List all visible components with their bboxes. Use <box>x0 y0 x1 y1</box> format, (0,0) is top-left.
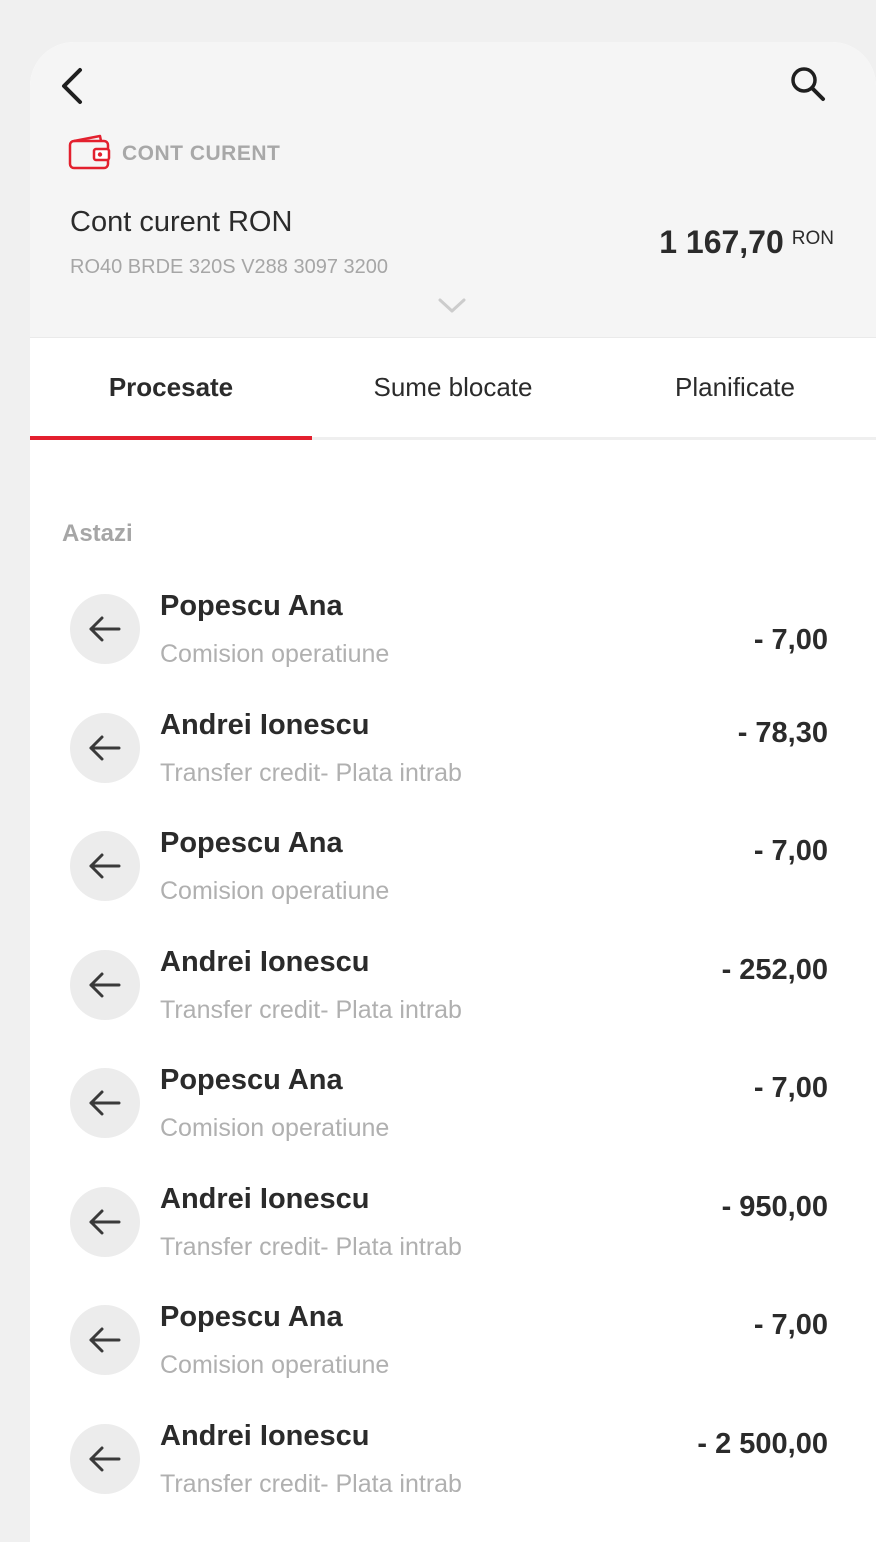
transaction-description: Transfer credit- Plata intrab <box>160 1469 462 1498</box>
account-type-label: CONT CURENT <box>122 142 281 165</box>
arrow-left-icon <box>70 1186 140 1257</box>
tab-sume-blocate[interactable]: Sume blocate <box>312 338 594 437</box>
account-iban: RO40 BRDE 320S V288 3097 3200 <box>70 256 388 278</box>
tab-procesate[interactable]: Procesate <box>30 338 312 440</box>
arrow-left-icon <box>70 949 140 1020</box>
account-name: Cont curent RON <box>70 206 293 238</box>
transaction-description: Comision operatiune <box>160 640 390 668</box>
transaction-row[interactable]: Andrei Ionescu Transfer credit- Plata in… <box>30 1179 876 1298</box>
transaction-row[interactable]: Popescu Ana Comision operatiune - 7,00 <box>30 586 876 705</box>
transaction-amount: - 2 500,00 <box>697 1427 828 1460</box>
transaction-row[interactable]: Popescu Ana Comision operatiune - 7,00 <box>30 823 876 942</box>
wallet-icon <box>68 134 112 175</box>
transaction-description: Comision operatiune <box>160 877 390 905</box>
transaction-row[interactable]: Popescu Ana Comision operatiune - 7,00 <box>30 1060 876 1179</box>
transaction-name: Andrei Ionescu <box>160 945 370 978</box>
transaction-name: Popescu Ana <box>160 590 343 622</box>
arrow-left-icon <box>70 1305 140 1375</box>
transaction-name: Andrei Ionescu <box>160 1182 370 1215</box>
arrow-left-icon <box>70 1423 140 1494</box>
transaction-row[interactable]: Andrei Ionescu Transfer credit- Plata in… <box>30 705 876 824</box>
chevron-down-icon <box>437 297 467 320</box>
transaction-amount: - 7,00 <box>753 835 828 867</box>
transaction-amount: - 950,00 <box>721 1190 828 1223</box>
search-button[interactable] <box>786 64 830 108</box>
transaction-row[interactable]: Andrei Ionescu Transfer credit- Plata in… <box>30 942 876 1061</box>
chevron-left-icon <box>58 66 86 111</box>
tab-planificate[interactable]: Planificate <box>594 338 876 437</box>
transaction-description: Transfer credit- Plata intrab <box>160 995 462 1024</box>
transaction-amount: - 78,30 <box>737 716 828 749</box>
transaction-amount: - 252,00 <box>721 953 828 986</box>
transaction-amount: - 7,00 <box>753 1309 828 1341</box>
transaction-name: Popescu Ana <box>160 1064 343 1096</box>
transaction-name: Andrei Ionescu <box>160 1419 370 1452</box>
transaction-name: Andrei Ionescu <box>160 708 370 741</box>
expand-details-button[interactable] <box>436 296 468 320</box>
account-balance: 1 167,70 RON <box>659 224 834 261</box>
arrow-left-icon <box>70 1068 140 1138</box>
transaction-description: Comision operatiune <box>160 1114 390 1142</box>
account-type: CONT CURENT <box>68 134 280 174</box>
back-button[interactable] <box>52 66 92 110</box>
transaction-list: Popescu Ana Comision operatiune - 7,00 A… <box>30 586 876 1534</box>
transaction-name: Popescu Ana <box>160 1301 343 1333</box>
transaction-name: Popescu Ana <box>160 827 343 859</box>
transaction-amount: - 7,00 <box>753 624 828 656</box>
arrow-left-icon <box>70 831 140 901</box>
transaction-row[interactable]: Andrei Ionescu Transfer credit- Plata in… <box>30 1416 876 1535</box>
transaction-amount: - 7,00 <box>753 1072 828 1104</box>
arrow-left-icon <box>70 712 140 783</box>
account-header: CONT CURENT Cont curent RON RO40 BRDE 32… <box>30 42 876 338</box>
account-screen: CONT CURENT Cont curent RON RO40 BRDE 32… <box>30 42 876 1542</box>
tab-bar: Procesate Sume blocate Planificate <box>30 338 876 440</box>
transaction-row[interactable]: Popescu Ana Comision operatiune - 7,00 <box>30 1297 876 1416</box>
arrow-left-icon <box>70 594 140 664</box>
section-label: Astazi <box>62 520 133 547</box>
balance-amount: 1 167,70 <box>659 224 784 260</box>
transaction-description: Transfer credit- Plata intrab <box>160 758 462 787</box>
search-icon <box>789 65 827 108</box>
transaction-description: Comision operatiune <box>160 1351 390 1379</box>
transaction-description: Transfer credit- Plata intrab <box>160 1232 462 1261</box>
balance-currency: RON <box>791 228 834 249</box>
